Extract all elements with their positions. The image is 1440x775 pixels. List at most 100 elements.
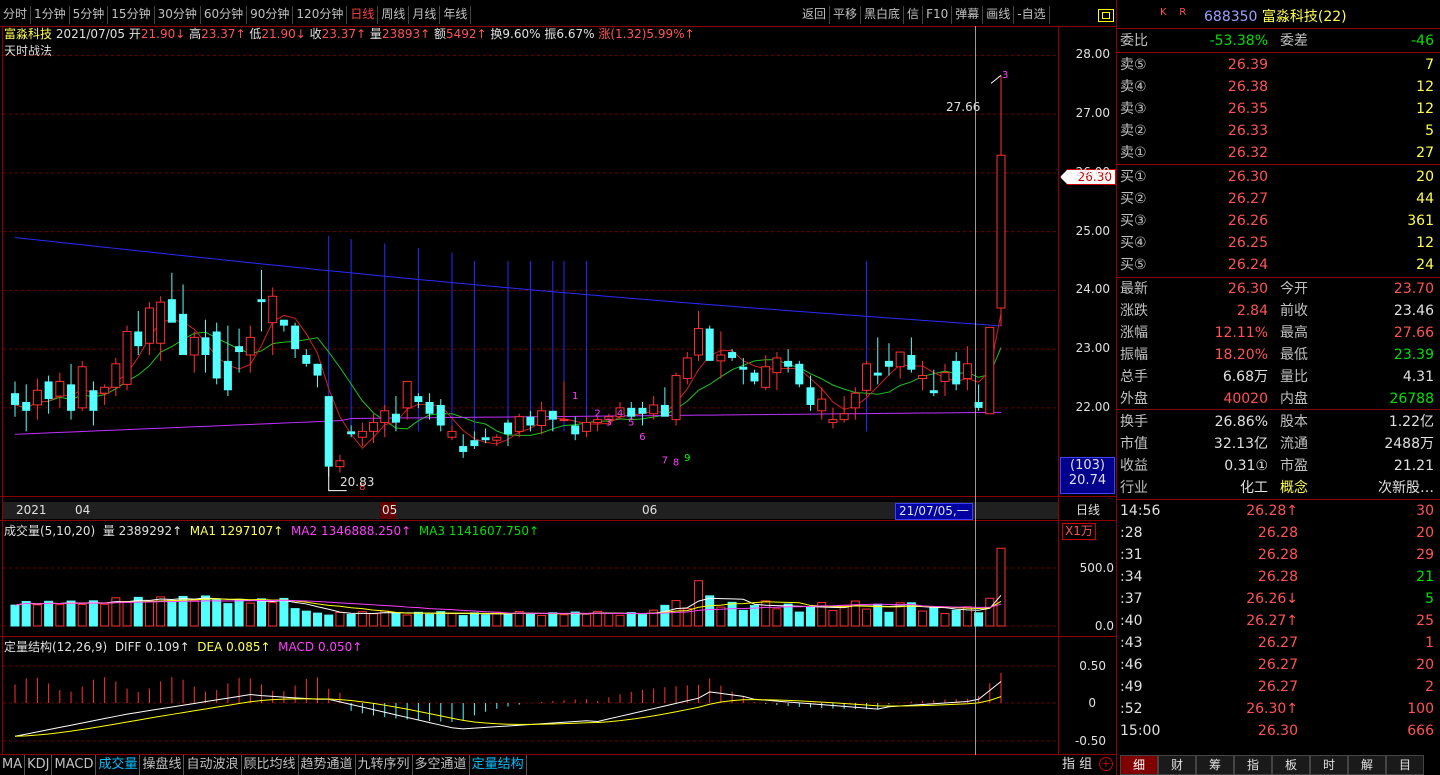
indicator-tab-3[interactable]: 成交量 [96, 755, 141, 775]
tick-time: 14:56 [1120, 503, 1161, 519]
bid-row-4[interactable]: 买④ 26.25 12 [1118, 232, 1436, 254]
toolbar-button-6[interactable]: 画线 [983, 6, 1015, 24]
stat-value: 23.39 [1393, 347, 1434, 363]
index-group-label[interactable]: 指 组 [1062, 757, 1092, 772]
period-tab-4[interactable]: 30分钟 [155, 6, 201, 24]
quote-tab-4[interactable]: 板 [1272, 755, 1310, 775]
stat-row-0: 最新 26.30 今开 23.70 [1118, 278, 1436, 300]
sequence-count: 1 [572, 391, 578, 402]
period-tab-3[interactable]: 15分钟 [108, 6, 155, 24]
tick-price: 26.27↑ [1246, 613, 1298, 629]
industry-value[interactable]: 化工 [1240, 477, 1268, 499]
volume-axis-500: 500.0 [1079, 561, 1114, 575]
candle [985, 326, 995, 415]
stat-value: 12.11% [1214, 325, 1268, 341]
bid-row-3-price: 26.26 [1227, 213, 1268, 229]
tick-price: 26.28↑ [1246, 503, 1298, 519]
bid-row-1[interactable]: 买① 26.30 20 [1118, 166, 1436, 188]
candle [11, 381, 19, 417]
bid-row-4-label: 买④ [1120, 235, 1147, 251]
toolbar-button-2[interactable]: 黑白底 [861, 6, 905, 24]
tick-volume: 20 [1416, 657, 1434, 673]
ask-row-3[interactable]: 卖③ 26.35 12 [1118, 98, 1436, 120]
macd-chart[interactable] [0, 637, 1058, 754]
toolbar-button-0[interactable]: 返回 [799, 6, 831, 24]
concept-label: 概念 [1280, 480, 1308, 496]
quote-tab-0[interactable]: 细 [1120, 755, 1158, 775]
indicator-tab-5[interactable]: 自动波浪 [184, 755, 242, 775]
volume-chart[interactable] [0, 521, 1058, 636]
indicator-tab-2[interactable]: MACD [52, 755, 97, 775]
bid-row-5-volume: 24 [1416, 257, 1434, 273]
toolbar-button-4[interactable]: F10 [923, 6, 953, 24]
concept-value[interactable]: 次新股… [1378, 477, 1434, 499]
toolbar-button-1[interactable]: 平移 [830, 6, 862, 24]
period-tab-2[interactable]: 5分钟 [70, 6, 109, 24]
period-toolbar: 分时 1分钟 5分钟 15分钟 30分钟 60分钟 90分钟 120分钟 日线 周线 月线 年线 [0, 6, 800, 24]
stat-value: 2488万 [1384, 436, 1434, 452]
ask-row-5[interactable]: 卖⑤ 26.39 7 [1118, 54, 1436, 76]
volume-bar [884, 611, 894, 627]
indicator-tab-9[interactable]: 多空通道 [413, 755, 470, 775]
indicator-tab-7[interactable]: 趋势通道 [299, 755, 356, 775]
bid-row-5-label: 买⑤ [1120, 257, 1147, 273]
volume-bar [828, 610, 838, 627]
quote-tab-1[interactable]: 财 [1158, 755, 1196, 775]
volume-bar [223, 603, 233, 627]
period-tab-9[interactable]: 周线 [378, 6, 410, 24]
candle [907, 337, 916, 373]
ask-row-4[interactable]: 卖④ 26.38 12 [1118, 76, 1436, 98]
indicator-tab-6[interactable]: 顾比均线 [242, 755, 299, 775]
volume-bar [660, 604, 670, 627]
period-tab-10[interactable]: 月线 [409, 6, 441, 24]
quote-tab-7[interactable]: 目 [1386, 755, 1424, 775]
tick-time: :43 [1120, 635, 1143, 651]
indicator-tab-0[interactable]: MA [0, 755, 26, 775]
quote-tab-2[interactable]: 筹 [1196, 755, 1234, 775]
stock-code: 688350 [1204, 9, 1258, 25]
period-tab-11[interactable]: 年线 [440, 6, 472, 24]
quote-tab-3[interactable]: 指 [1234, 755, 1272, 775]
tick-row: :40 26.27↑ 25 [1118, 610, 1436, 632]
period-tab-7[interactable]: 120分钟 [293, 6, 348, 24]
macd-axis-zero: 0 [1088, 696, 1096, 710]
bid-row-5[interactable]: 买⑤ 26.24 24 [1118, 254, 1436, 276]
quote-tab-6[interactable]: 解 [1348, 755, 1386, 775]
toolbar-button-3[interactable]: 信 [904, 6, 924, 24]
volume-bar [122, 601, 132, 627]
quote-tab-5[interactable]: 时 [1310, 755, 1348, 775]
indicator-tab-10[interactable]: 定量结构 [470, 755, 527, 775]
indicator-tab-8[interactable]: 九转序列 [356, 755, 413, 775]
period-tab-1[interactable]: 1分钟 [31, 6, 70, 24]
volume-bar [481, 614, 491, 627]
bid-row-3[interactable]: 买③ 26.26 361 [1118, 210, 1436, 232]
order-ratio-label: 委比 [1120, 33, 1148, 49]
candle [189, 331, 199, 373]
add-icon[interactable]: + [1099, 757, 1113, 771]
window-restore-icon[interactable] [1098, 9, 1114, 22]
ask-row-1[interactable]: 卖① 26.32 27 [1118, 142, 1436, 164]
toolbar-button-7[interactable]: -自选 [1014, 6, 1050, 24]
indicator-tab-1[interactable]: KDJ [25, 755, 53, 775]
candlestick-chart[interactable]: 1234567 8 98 [0, 26, 1058, 496]
period-tab-8[interactable]: 日线 [347, 6, 379, 24]
ask-row-2[interactable]: 卖② 26.33 5 [1118, 120, 1436, 142]
tick-row: :37 26.26↓ 5 [1118, 588, 1436, 610]
toolbar-button-5[interactable]: 弹幕 [952, 6, 984, 24]
period-tab-5[interactable]: 60分钟 [201, 6, 248, 24]
period-tab-6[interactable]: 90分钟 [247, 6, 294, 24]
ask-row-1-label: 卖① [1120, 145, 1147, 161]
price-axis-label-1: 27.00 [1075, 106, 1110, 121]
stat-label: 内盘 [1280, 391, 1308, 407]
volume-bar [772, 608, 782, 627]
ask-row-1-volume: 27 [1416, 145, 1434, 161]
macd-axis-pos: 0.50 [1079, 659, 1106, 673]
indicator-tab-4[interactable]: 操盘线 [140, 755, 185, 775]
tick-row: 14:56 26.28↑ 30 [1118, 500, 1436, 522]
bid-row-4-volume: 12 [1416, 235, 1434, 251]
bid-row-2[interactable]: 买② 26.27 44 [1118, 188, 1436, 210]
candle [716, 331, 726, 379]
stat-value: 18.20% [1214, 347, 1268, 363]
bid-row-4-price: 26.25 [1227, 235, 1268, 251]
period-tab-0[interactable]: 分时 [0, 6, 32, 24]
